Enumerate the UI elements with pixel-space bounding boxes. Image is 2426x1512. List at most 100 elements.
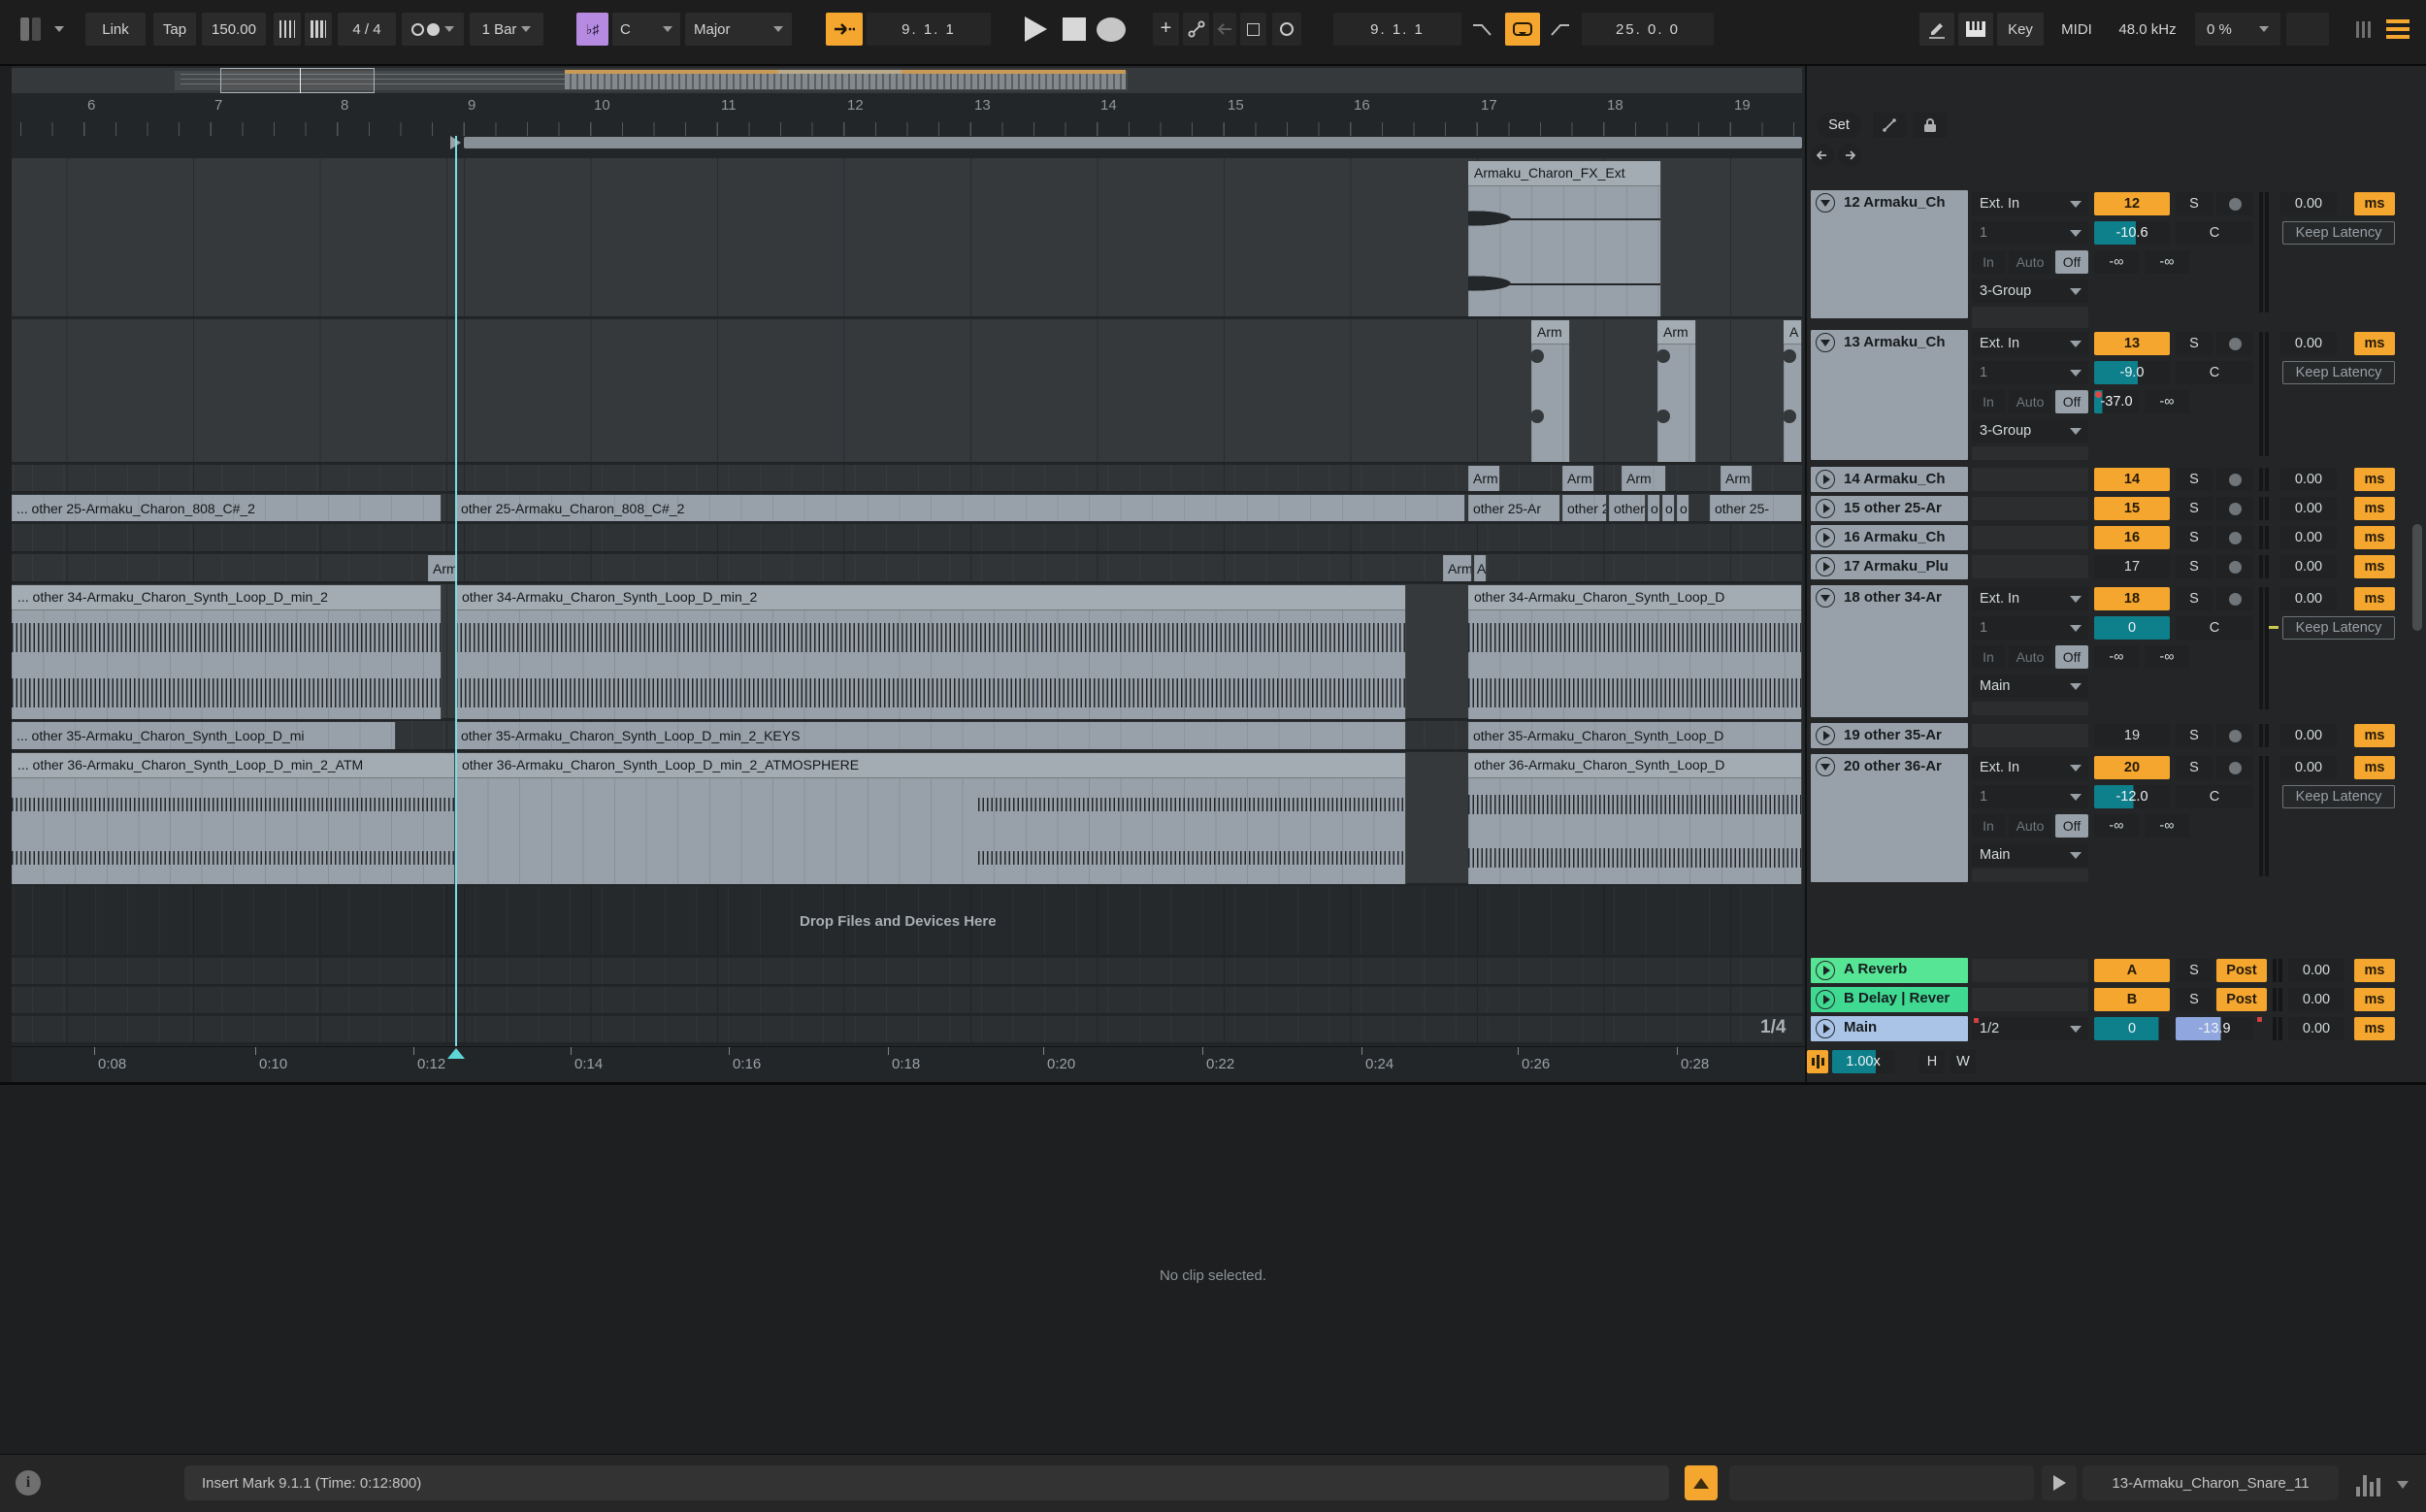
clip-arm-partial[interactable]: A <box>1784 320 1802 462</box>
preview-file-field[interactable]: 13-Armaku_Charon_Snare_11 <box>2082 1465 2339 1500</box>
solo-button[interactable]: S <box>2176 526 2213 549</box>
punch-out-icon[interactable] <box>1545 13 1578 46</box>
monitor-off-button[interactable]: Off <box>2055 390 2088 413</box>
metronome-button[interactable] <box>402 13 464 46</box>
output-sub-field[interactable] <box>1972 702 2088 715</box>
track-activator[interactable]: 18 <box>2094 587 2170 610</box>
solo-button[interactable]: S <box>2176 756 2213 779</box>
send-a-field[interactable]: -∞ <box>2094 645 2139 669</box>
volume-field[interactable]: -10.6 <box>2094 221 2170 245</box>
fold-icon[interactable] <box>1816 588 1835 608</box>
track-delay-value[interactable]: 0.00 <box>2280 724 2337 747</box>
arm-button[interactable] <box>2216 526 2253 549</box>
unfold-icon[interactable] <box>1816 990 1835 1009</box>
input-type-menu[interactable]: Ext. In <box>1972 756 2088 779</box>
clip-808-seg[interactable]: o <box>1662 495 1675 521</box>
clip-fx-ext[interactable]: Armaku_Charon_FX_Ext <box>1468 161 1661 316</box>
clip-keys-right[interactable]: other 35-Armaku_Charon_Synth_Loop_D <box>1468 722 1802 749</box>
arm-button[interactable] <box>2216 192 2253 215</box>
monitor-auto-button[interactable]: Auto <box>2009 390 2051 413</box>
arrangement-position-field[interactable]: 9. 1. 1 <box>867 13 991 46</box>
input-type-menu[interactable]: Ext. In <box>1972 332 2088 355</box>
send-a-field[interactable]: -37.0 <box>2094 390 2139 413</box>
arm-button[interactable] <box>2216 332 2253 355</box>
solo-button[interactable]: S <box>2176 724 2213 747</box>
output-menu[interactable]: 3-Group <box>1972 419 2088 443</box>
clip-atmo-mid[interactable]: other 36-Armaku_Charon_Synth_Loop_D_min_… <box>456 753 1406 884</box>
capture-midi-icon[interactable]: + <box>1153 13 1179 46</box>
clip-synth34-left[interactable]: ... other 34-Armaku_Charon_Synth_Loop_D_… <box>12 585 442 719</box>
clip-808-seg[interactable]: o <box>1677 495 1689 521</box>
delay-unit-button[interactable]: ms <box>2354 192 2395 215</box>
prev-marker-button[interactable] <box>1811 144 1834 167</box>
track-header-16[interactable]: 16 Armaku_Ch <box>1811 525 1968 550</box>
track-activator[interactable]: 15 <box>2094 497 2170 520</box>
track-delay-value[interactable]: 0.00 <box>2280 756 2337 779</box>
pencil-icon[interactable] <box>1919 13 1954 46</box>
track-delay-value[interactable]: 0.00 <box>2280 587 2337 610</box>
track-delay-value[interactable]: 0.00 <box>2280 526 2337 549</box>
clip-808-mid[interactable]: other 25-Armaku_Charon_808_C#_2 <box>456 495 1465 521</box>
send-b-field[interactable]: -∞ <box>2145 814 2189 838</box>
set-locator-button[interactable]: Set <box>1817 113 1861 138</box>
solo-button[interactable]: S <box>2176 988 2213 1011</box>
solo-button[interactable]: S <box>2176 192 2213 215</box>
track-header-19[interactable]: 19 other 35-Ar <box>1811 723 1968 748</box>
delay-unit-button[interactable]: ms <box>2354 1017 2395 1040</box>
scale-root-menu[interactable]: C <box>612 13 680 46</box>
clip-arm-small[interactable]: Arm <box>1562 466 1594 491</box>
monitor-auto-button[interactable]: Auto <box>2009 645 2051 669</box>
track-activator[interactable]: 20 <box>2094 756 2170 779</box>
info-icon[interactable]: i <box>16 1470 41 1496</box>
unfold-icon[interactable] <box>1816 528 1835 547</box>
output-sub-field[interactable] <box>1972 869 2088 882</box>
track-header-18[interactable]: 18 other 34-Ar <box>1811 585 1968 717</box>
clip-arm-small[interactable]: Arm <box>1468 466 1500 491</box>
nudge-down-icon[interactable] <box>274 13 301 46</box>
send-b-field[interactable]: -∞ <box>2145 645 2189 669</box>
volume-field[interactable]: -9.0 <box>2094 361 2170 384</box>
fold-icon[interactable] <box>1816 333 1835 352</box>
return-b-lane[interactable] <box>12 987 1802 1014</box>
delay-unit-button[interactable]: ms <box>2354 332 2395 355</box>
back-to-arrangement-icon[interactable] <box>1213 13 1236 46</box>
track-header-13[interactable]: 13 Armaku_Ch <box>1811 330 1968 460</box>
fold-icon[interactable] <box>1816 757 1835 776</box>
arm-button[interactable] <box>2216 468 2253 491</box>
playback-speed-field[interactable]: 1.00x <box>1832 1050 1894 1073</box>
delay-unit-button[interactable]: ms <box>2354 497 2395 520</box>
track-activator[interactable]: 16 <box>2094 526 2170 549</box>
output-menu[interactable]: Main <box>1972 843 2088 867</box>
loop-start-field[interactable]: 9. 1. 1 <box>1333 13 1461 46</box>
preview-scrub-field[interactable] <box>1729 1465 2034 1500</box>
io-field[interactable] <box>1972 526 2088 549</box>
track-delay-value[interactable]: 0.00 <box>2280 192 2337 215</box>
clip-arm-small[interactable]: Arm <box>1622 466 1666 491</box>
io-field[interactable] <box>1972 988 2088 1011</box>
main-lane[interactable] <box>12 1016 1802 1043</box>
unfold-icon[interactable] <box>1816 499 1835 518</box>
track-header-14[interactable]: 14 Armaku_Ch <box>1811 467 1968 492</box>
keep-latency-button[interactable]: Keep Latency <box>2282 361 2395 384</box>
beat-time-ruler[interactable] <box>12 93 1802 136</box>
volume-field[interactable]: -12.0 <box>2094 785 2170 808</box>
playhead-time-marker[interactable] <box>447 1048 465 1059</box>
track-activator-off[interactable]: 17 <box>2094 555 2170 578</box>
track-header-15[interactable]: 15 other 25-Ar <box>1811 496 1968 521</box>
track-header-17[interactable]: 17 Armaku_Plu <box>1811 554 1968 579</box>
main-output-menu[interactable]: 1/2 <box>1972 1017 2088 1040</box>
clip-808-seg[interactable]: other 25- <box>1710 495 1802 521</box>
return-a-lane[interactable] <box>12 958 1802 985</box>
clip-808-seg[interactable]: other <box>1609 495 1646 521</box>
main-track-header[interactable]: Main <box>1811 1016 1968 1041</box>
io-field[interactable] <box>1972 724 2088 747</box>
track-delay-value[interactable]: 0.00 <box>2280 555 2337 578</box>
return-activator[interactable]: B <box>2094 988 2170 1011</box>
cue-volume-field[interactable]: -13.9 <box>2176 1017 2253 1040</box>
pan-field[interactable]: C <box>2176 785 2253 808</box>
punch-in-icon[interactable] <box>1466 13 1499 46</box>
track-delay-value[interactable]: 0.00 <box>2280 497 2337 520</box>
delay-unit-button[interactable]: ms <box>2354 756 2395 779</box>
input-type-menu[interactable]: Ext. In <box>1972 192 2088 215</box>
scale-name-menu[interactable]: Major <box>685 13 792 46</box>
